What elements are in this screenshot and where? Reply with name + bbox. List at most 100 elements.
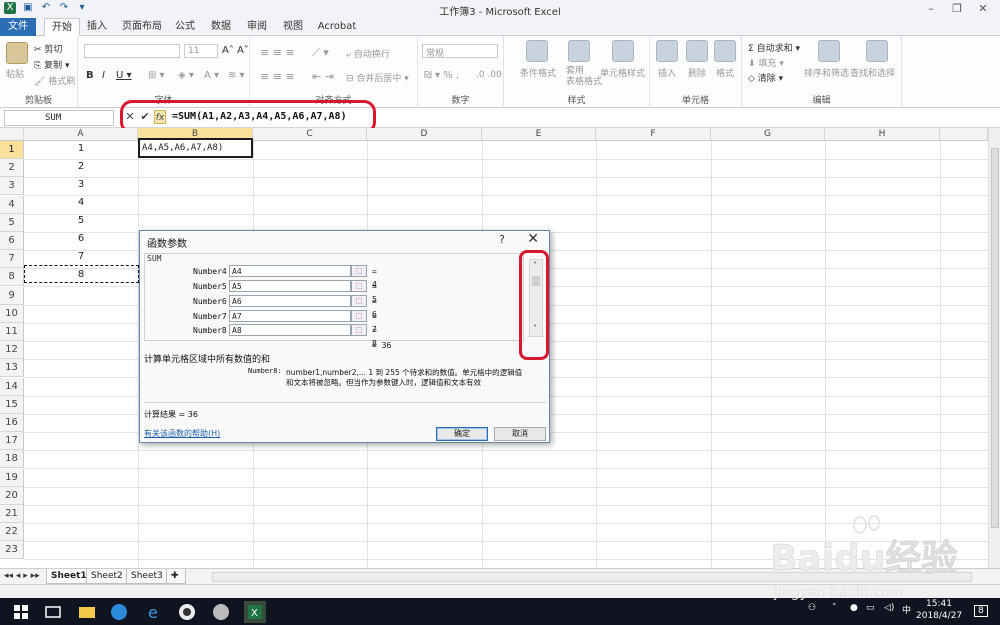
cell-a1[interactable]: 1 (24, 140, 138, 158)
app-icon[interactable] (210, 601, 232, 623)
row-header[interactable]: 2 (0, 159, 24, 178)
arg-input[interactable]: A6 (229, 295, 351, 307)
format-cells-icon[interactable] (714, 40, 736, 62)
cell-style-button[interactable]: 单元格样式 (600, 66, 645, 79)
arg-input[interactable]: A8 (229, 324, 351, 336)
font-size-box[interactable]: 11 (184, 44, 218, 58)
row-header[interactable]: 21 (0, 505, 24, 523)
column-header[interactable]: C (253, 128, 367, 141)
column-header[interactable]: E (482, 128, 596, 141)
cell-a4[interactable]: 4 (24, 194, 138, 212)
phonetic-icon[interactable]: ≋ ▾ (228, 70, 245, 81)
row-header[interactable]: 18 (0, 450, 24, 469)
font-color-icon[interactable]: A ▾ (204, 70, 219, 81)
align-left-icon[interactable]: ≡ ≡ ≡ (260, 70, 295, 83)
align-top-icon[interactable]: ≡ ≡ ≡ (260, 46, 295, 59)
cell-a2[interactable]: 2 (24, 158, 138, 176)
paste-button[interactable]: 粘贴 (6, 67, 24, 80)
merge-center-button[interactable]: ⊟ 合并后居中 ▾ (346, 71, 409, 84)
font-name-box[interactable] (84, 44, 180, 58)
conditional-format-icon[interactable] (526, 40, 548, 62)
insert-cells-icon[interactable] (656, 40, 678, 62)
file-explorer-icon[interactable] (76, 601, 98, 623)
row-header[interactable]: 9 (0, 286, 24, 305)
sort-filter-icon[interactable] (818, 40, 840, 62)
collapse-dialog-icon[interactable]: ⬚ (351, 265, 367, 277)
delete-cells-button[interactable]: 删除 (688, 66, 706, 79)
row-header[interactable]: 5 (0, 213, 24, 232)
scroll-thumb[interactable] (991, 148, 999, 528)
cell-a5[interactable]: 5 (24, 212, 138, 230)
name-box[interactable]: SUM (4, 110, 114, 126)
tab-review[interactable]: 审阅 (242, 18, 272, 36)
close-icon[interactable]: ✕ (527, 231, 539, 247)
ok-button[interactable]: 确定 (436, 427, 488, 441)
italic-icon[interactable]: I (102, 70, 105, 81)
tab-view[interactable]: 视图 (278, 18, 308, 36)
tab-formulas[interactable]: 公式 (170, 18, 200, 36)
row-header[interactable]: 11 (0, 323, 24, 341)
row-header[interactable]: 8 (0, 268, 24, 287)
edge-icon[interactable] (108, 601, 130, 623)
autosum-button[interactable]: Σ 自动求和 ▾ (748, 41, 800, 54)
collapse-dialog-icon[interactable]: ⬚ (351, 280, 367, 292)
currency-icon[interactable]: ₪ ▾ % , (424, 70, 459, 81)
column-header[interactable]: D (367, 128, 482, 141)
tab-data[interactable]: 数据 (206, 18, 236, 36)
row-header[interactable]: 16 (0, 414, 24, 432)
collapse-dialog-icon[interactable]: ⬚ (351, 310, 367, 322)
sheet-tab-1[interactable]: Sheet1 (46, 569, 92, 584)
cell-a6[interactable]: 6 (24, 230, 138, 248)
minimize-icon[interactable]: – (918, 1, 944, 17)
row-header[interactable]: 13 (0, 359, 24, 378)
sort-filter-button[interactable]: 排序和筛选 (804, 66, 849, 79)
orientation-icon[interactable]: ⟋ ▾ (312, 46, 329, 60)
fill-color-icon[interactable]: ◈ ▾ (178, 70, 194, 81)
row-header[interactable]: 12 (0, 341, 24, 360)
cut-button[interactable]: ✂ 剪切 (34, 42, 62, 55)
row-header[interactable]: 7 (0, 250, 24, 269)
cell-a3[interactable]: 3 (24, 176, 138, 194)
column-header[interactable] (940, 128, 988, 141)
select-all-corner[interactable] (0, 128, 24, 141)
tab-home[interactable]: 开始 (44, 18, 80, 37)
insert-cells-button[interactable]: 插入 (658, 66, 676, 79)
help-icon[interactable]: ? (499, 233, 505, 246)
row-header[interactable]: 19 (0, 468, 24, 487)
underline-icon[interactable]: U ▾ (116, 70, 132, 81)
decimal-icon[interactable]: .0 .00 (476, 70, 502, 80)
ie-icon[interactable]: e (144, 601, 166, 623)
sheet-tab-3[interactable]: Sheet3 (126, 569, 168, 584)
arg-input[interactable]: A7 (229, 310, 351, 322)
task-view-icon[interactable] (42, 601, 64, 623)
collapse-dialog-icon[interactable]: ⬚ (351, 295, 367, 307)
row-header[interactable]: 3 (0, 177, 24, 196)
copy-button[interactable]: ⎘ 复制 ▾ (34, 58, 69, 71)
new-sheet-icon[interactable]: ✚ (166, 569, 186, 584)
grow-font-icon[interactable]: A˄ A˅ (222, 45, 249, 56)
format-cells-button[interactable]: 格式 (716, 66, 734, 79)
tab-page-layout[interactable]: 页面布局 (116, 18, 168, 36)
active-cell-b1[interactable]: A4,A5,A6,A7,A8) (138, 138, 253, 158)
row-header[interactable]: 14 (0, 377, 24, 396)
border-icon[interactable]: ⊞ ▾ (148, 70, 165, 81)
conditional-format-button[interactable]: 条件格式 (520, 66, 556, 79)
row-header[interactable]: 23 (0, 541, 24, 560)
bold-icon[interactable]: B (86, 70, 94, 81)
column-header[interactable]: G (711, 128, 825, 141)
table-format-button[interactable]: 套用 表格格式 (566, 66, 602, 88)
fill-button[interactable]: ⬇ 填充 ▾ (748, 56, 784, 69)
arg-input[interactable]: A5 (229, 280, 351, 292)
clear-button[interactable]: ◇ 清除 ▾ (748, 71, 783, 84)
column-header[interactable]: H (825, 128, 940, 141)
sheet-nav-icon[interactable]: ◂◂ ◂ ▸ ▸▸ (4, 571, 40, 581)
row-header[interactable]: 1 (0, 141, 24, 159)
sheet-tab-2[interactable]: Sheet2 (86, 569, 128, 584)
vertical-scrollbar[interactable] (988, 128, 1000, 568)
row-header[interactable]: 15 (0, 395, 24, 414)
row-header[interactable]: 20 (0, 486, 24, 505)
tab-file[interactable]: 文件 (0, 18, 36, 36)
start-icon[interactable] (10, 601, 32, 623)
tab-acrobat[interactable]: Acrobat (314, 18, 360, 36)
cell-a7[interactable]: 7 (24, 248, 138, 266)
